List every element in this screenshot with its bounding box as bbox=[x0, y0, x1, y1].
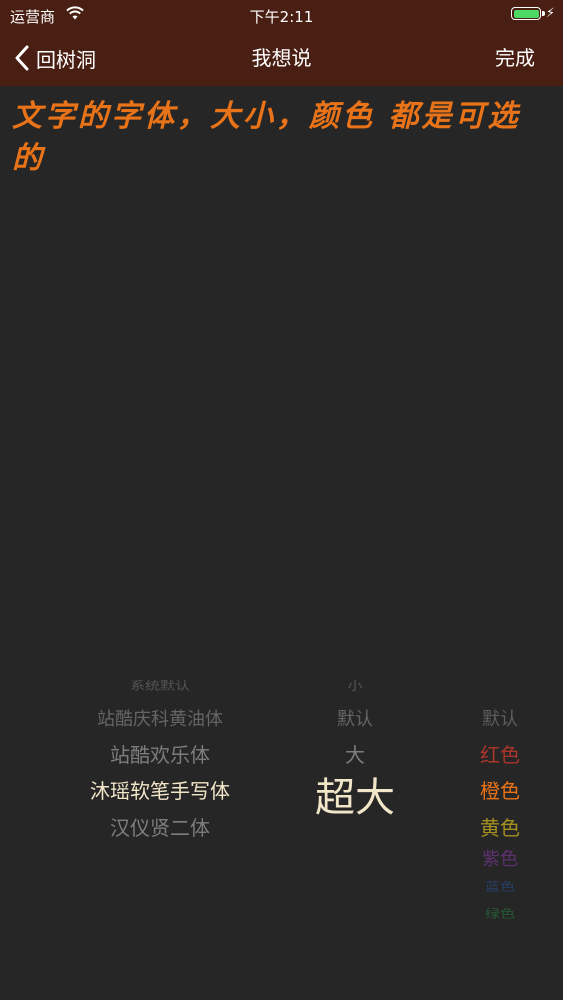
charging-icon: ⚡ bbox=[545, 6, 555, 21]
battery-tip bbox=[542, 11, 545, 16]
done-button[interactable]: 完成 bbox=[495, 30, 535, 86]
chevron-left-icon bbox=[15, 45, 29, 71]
color-option[interactable]: 橙色 bbox=[440, 775, 560, 804]
battery-icon bbox=[511, 7, 541, 20]
color-option[interactable]: 黄色 bbox=[440, 812, 560, 841]
font-option[interactable]: 汉仪贤二体 bbox=[60, 812, 260, 841]
color-option[interactable]: 紫色 bbox=[440, 845, 560, 871]
font-picker[interactable]: 系统默认站酷庆科黄油体 站酷欢乐体沐瑶软笔手写体 汉仪贤二体 bbox=[60, 650, 260, 950]
message-editor[interactable]: 文字的字体，大小，颜色 都是可选的 bbox=[12, 96, 552, 636]
clock: 下午2:11 bbox=[249, 8, 314, 26]
status-bar: 运营商 下午2:11 ⚡ bbox=[0, 0, 563, 30]
back-label: 回树洞 bbox=[36, 47, 96, 72]
navigation-bar: 回树洞 我想说 完成 bbox=[0, 30, 563, 86]
font-option[interactable]: 站酷欢乐体 bbox=[60, 739, 260, 768]
color-picker[interactable]: 默认红色橙色黄色紫色蓝色绿色 bbox=[440, 650, 560, 950]
back-button[interactable]: 回树洞 bbox=[14, 30, 96, 86]
color-option[interactable]: 红色 bbox=[440, 739, 560, 768]
color-option[interactable]: 蓝色 bbox=[440, 878, 560, 894]
size-picker[interactable]: 小默认大超大 bbox=[280, 650, 430, 950]
size-option[interactable]: 小 bbox=[280, 677, 430, 693]
color-option[interactable]: 绿色 bbox=[440, 906, 560, 922]
color-option[interactable]: 默认 bbox=[440, 705, 560, 731]
size-option[interactable]: 超大 bbox=[280, 765, 430, 823]
battery-level bbox=[513, 9, 539, 18]
font-option[interactable]: 沐瑶软笔手写体 bbox=[60, 775, 260, 804]
size-option[interactable]: 默认 bbox=[280, 705, 430, 731]
font-option[interactable]: 站酷庆科黄油体 bbox=[60, 705, 260, 731]
size-option[interactable]: 大 bbox=[280, 739, 430, 768]
font-option[interactable]: 系统默认 bbox=[60, 677, 260, 693]
